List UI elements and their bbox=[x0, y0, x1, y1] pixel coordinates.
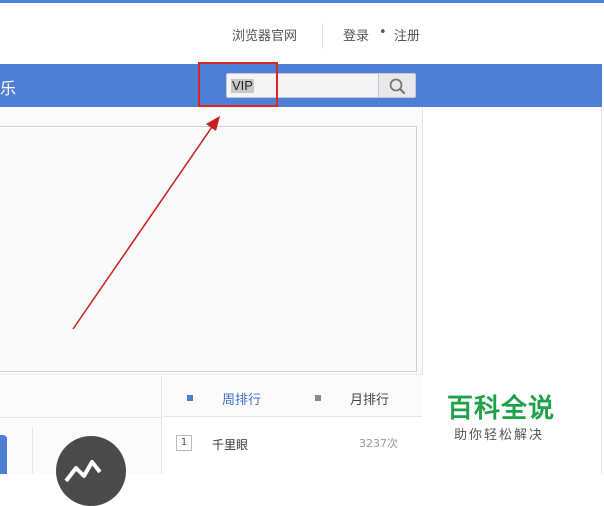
search-highlight-box bbox=[198, 62, 278, 107]
rank-item-title[interactable]: 千里眼 bbox=[212, 436, 248, 453]
banner-frame bbox=[0, 126, 417, 372]
ranking-list-item[interactable]: 1 千里眼 3237次 bbox=[163, 417, 422, 474]
nav-item-partial[interactable]: 乐 bbox=[0, 75, 16, 99]
search-button[interactable] bbox=[378, 73, 416, 98]
search-icon bbox=[389, 78, 406, 95]
tab-monthly-ranking[interactable]: 月排行 bbox=[350, 389, 389, 408]
tab-weekly-ranking[interactable]: 周排行 bbox=[222, 389, 261, 408]
login-link[interactable]: 登录 bbox=[343, 25, 369, 44]
watermark-title: 百科全说 bbox=[447, 394, 556, 424]
ranking-tabs: 周排行 月排行 bbox=[163, 376, 422, 417]
avatar[interactable] bbox=[56, 436, 126, 506]
register-link[interactable]: 注册 bbox=[394, 25, 420, 44]
separator-dot: • bbox=[379, 25, 387, 40]
avatar-graphic-icon bbox=[64, 460, 102, 483]
right-column-border bbox=[601, 107, 602, 474]
top-bar: 浏览器官网 登录 • 注册 bbox=[0, 3, 604, 63]
rank-item-count: 3237次 bbox=[359, 437, 398, 450]
watermark-logo: 百科全说 助你轻松解决 bbox=[427, 378, 580, 450]
lower-left-divider bbox=[32, 427, 33, 474]
rank-number: 1 bbox=[176, 435, 192, 451]
lower-left-separator bbox=[0, 417, 162, 418]
watermark-subtitle: 助你轻松解决 bbox=[454, 428, 545, 443]
month-tab-marker bbox=[315, 395, 321, 401]
blue-tab-edge bbox=[0, 435, 7, 474]
week-tab-marker bbox=[187, 395, 193, 401]
topbar-divider bbox=[322, 23, 323, 49]
browser-official-site-link[interactable]: 浏览器官网 bbox=[232, 25, 297, 44]
